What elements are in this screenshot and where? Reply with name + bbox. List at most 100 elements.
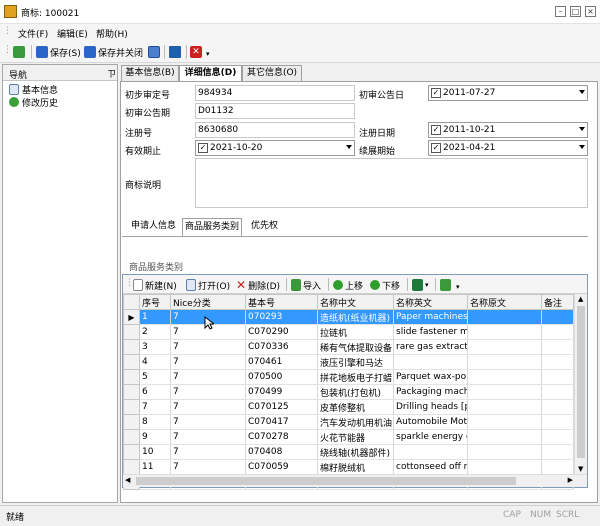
table-cell[interactable] xyxy=(541,399,574,415)
excel-export-button[interactable]: ▾ xyxy=(412,278,429,292)
table-cell[interactable] xyxy=(541,384,574,400)
column-header[interactable]: Nice分类 xyxy=(170,294,246,310)
dropdown-arrow-icon[interactable] xyxy=(346,145,352,149)
table-cell[interactable]: 稀有气体提取设备 xyxy=(317,339,394,355)
toolbar-overflow-icon[interactable]: ▾ xyxy=(456,283,460,291)
table-cell[interactable]: C070278 xyxy=(245,429,318,445)
scroll-left-icon[interactable]: ◀ xyxy=(125,476,130,484)
table-cell[interactable] xyxy=(467,444,542,460)
nav-item-history[interactable]: 修改历史 xyxy=(9,96,58,109)
row-indicator[interactable] xyxy=(123,429,140,445)
table-row[interactable]: 7 7 C070125 皮革修整机 Drilling heads [p xyxy=(123,399,574,415)
column-header[interactable]: 备注 xyxy=(541,294,574,310)
pin-icon[interactable]: ㄗ xyxy=(107,67,116,80)
table-row[interactable]: 8 7 C070417 汽车发动机用机油 Automobile Mot xyxy=(123,414,574,430)
column-header[interactable]: 基本号 xyxy=(245,294,318,310)
table-cell[interactable]: 7 xyxy=(170,414,246,430)
table-cell[interactable]: 9 xyxy=(139,429,171,445)
table-cell[interactable]: 11 xyxy=(139,459,171,475)
table-cell[interactable]: C070336 xyxy=(245,339,318,355)
table-cell[interactable]: C070290 xyxy=(245,324,318,340)
chushen-period-field[interactable]: D01132 xyxy=(195,103,355,119)
table-row[interactable]: 11 7 C070059 棉籽脱绒机 cottonseed off r xyxy=(123,459,574,475)
table-cell[interactable]: 7 xyxy=(170,429,246,445)
youxiao-date-picker[interactable]: ✓ 2021-10-20 xyxy=(195,140,355,156)
move-up-button[interactable]: 上移 xyxy=(333,278,363,292)
table-cell[interactable] xyxy=(467,459,542,475)
table-cell[interactable] xyxy=(541,339,574,355)
table-cell[interactable] xyxy=(393,444,468,460)
date-checkbox[interactable]: ✓ xyxy=(431,88,441,98)
save-close-button[interactable]: 保存并关闭 xyxy=(84,45,143,59)
table-row[interactable]: 2 7 C070290 拉链机 slide fastener m xyxy=(123,324,574,340)
table-cell[interactable]: sparkle energy e xyxy=(393,429,468,445)
table-cell[interactable]: 7 xyxy=(170,444,246,460)
column-header[interactable]: 序号 xyxy=(139,294,171,310)
table-row[interactable]: 4 7 070461 液压引擎和马达 xyxy=(123,354,574,370)
date-checkbox[interactable]: ✓ xyxy=(198,143,208,153)
table-cell[interactable]: slide fastener m xyxy=(393,324,468,340)
table-cell[interactable] xyxy=(541,354,574,370)
table-cell[interactable]: 7 xyxy=(170,459,246,475)
xuzhan-date-picker[interactable]: ✓ 2021-04-21 xyxy=(428,140,588,156)
table-cell[interactable]: 6 xyxy=(139,384,171,400)
table-cell[interactable] xyxy=(467,399,542,415)
table-cell[interactable]: rare gas extracti xyxy=(393,339,468,355)
table-cell[interactable]: 2 xyxy=(139,324,171,340)
open-button[interactable]: 打开(O) xyxy=(186,278,230,292)
table-cell[interactable]: 8 xyxy=(139,414,171,430)
table-cell[interactable]: Parquet wax-po xyxy=(393,369,468,385)
date-checkbox[interactable]: ✓ xyxy=(431,143,441,153)
row-indicator[interactable]: ▶ xyxy=(123,309,140,325)
tab-other-info[interactable]: 其它信息(O) xyxy=(242,65,302,81)
date-checkbox[interactable]: ✓ xyxy=(431,125,441,135)
chushen-date-picker[interactable]: ✓ 2011-07-27 xyxy=(428,85,588,101)
table-cell[interactable]: 070293 xyxy=(245,309,318,325)
table-cell[interactable]: 7 xyxy=(139,399,171,415)
row-indicator[interactable] xyxy=(123,384,140,400)
table-cell[interactable]: Paper machines xyxy=(393,309,468,325)
table-cell[interactable]: 070500 xyxy=(245,369,318,385)
table-cell[interactable]: 包装机(打包机) xyxy=(317,384,394,400)
row-indicator[interactable] xyxy=(123,399,140,415)
subtab-applicant[interactable]: 申请人信息 xyxy=(129,218,178,236)
scroll-right-icon[interactable]: ▶ xyxy=(568,476,573,484)
scrollbar-thumb[interactable] xyxy=(577,306,585,458)
zhuce-field[interactable]: 8630680 xyxy=(195,122,355,138)
table-cell[interactable] xyxy=(541,429,574,445)
table-cell[interactable] xyxy=(467,354,542,370)
table-cell[interactable]: 皮革修整机 xyxy=(317,399,394,415)
zhuce-date-picker[interactable]: ✓ 2011-10-21 xyxy=(428,122,588,138)
move-down-button[interactable]: 下移 xyxy=(370,278,400,292)
table-row[interactable]: 6 7 070499 包装机(打包机) Packaging mach xyxy=(123,384,574,400)
table-cell[interactable]: 070461 xyxy=(245,354,318,370)
new-button[interactable]: 新建(N) xyxy=(133,278,177,292)
table-cell[interactable]: 5 xyxy=(139,369,171,385)
toolbar-overflow-icon[interactable]: ▾ xyxy=(206,50,210,58)
tab-detail-info[interactable]: 详细信息(D) xyxy=(179,65,242,82)
vertical-scrollbar[interactable]: ▲ ▼ xyxy=(574,294,587,474)
import-button[interactable]: 导入 xyxy=(291,278,321,292)
subtab-priority[interactable]: 优先权 xyxy=(249,218,280,236)
table-cell[interactable] xyxy=(467,384,542,400)
table-cell[interactable]: 070408 xyxy=(245,444,318,460)
table-cell[interactable]: C070417 xyxy=(245,414,318,430)
table-cell[interactable]: cottonseed off r xyxy=(393,459,468,475)
table-cell[interactable] xyxy=(467,429,542,445)
table-cell[interactable]: Packaging mach xyxy=(393,384,468,400)
table-cell[interactable] xyxy=(467,414,542,430)
table-cell[interactable]: Drilling heads [p xyxy=(393,399,468,415)
dropdown-arrow-icon[interactable] xyxy=(579,145,585,149)
table-cell[interactable]: 1 xyxy=(139,309,171,325)
nav-item-basic-info[interactable]: 基本信息 xyxy=(9,83,58,96)
grid-refresh-button[interactable] xyxy=(440,278,451,292)
chushen-field[interactable]: 984934 xyxy=(195,85,355,101)
table-row[interactable]: 9 7 C070278 火花节能器 sparkle energy e xyxy=(123,429,574,445)
table-cell[interactable]: 7 xyxy=(170,399,246,415)
maximize-button[interactable]: □ xyxy=(570,6,581,17)
dropdown-arrow-icon[interactable] xyxy=(579,127,585,131)
table-cell[interactable] xyxy=(467,339,542,355)
table-cell[interactable]: 7 xyxy=(170,339,246,355)
menu-file[interactable]: 文件(F) xyxy=(18,27,48,40)
table-cell[interactable] xyxy=(541,414,574,430)
